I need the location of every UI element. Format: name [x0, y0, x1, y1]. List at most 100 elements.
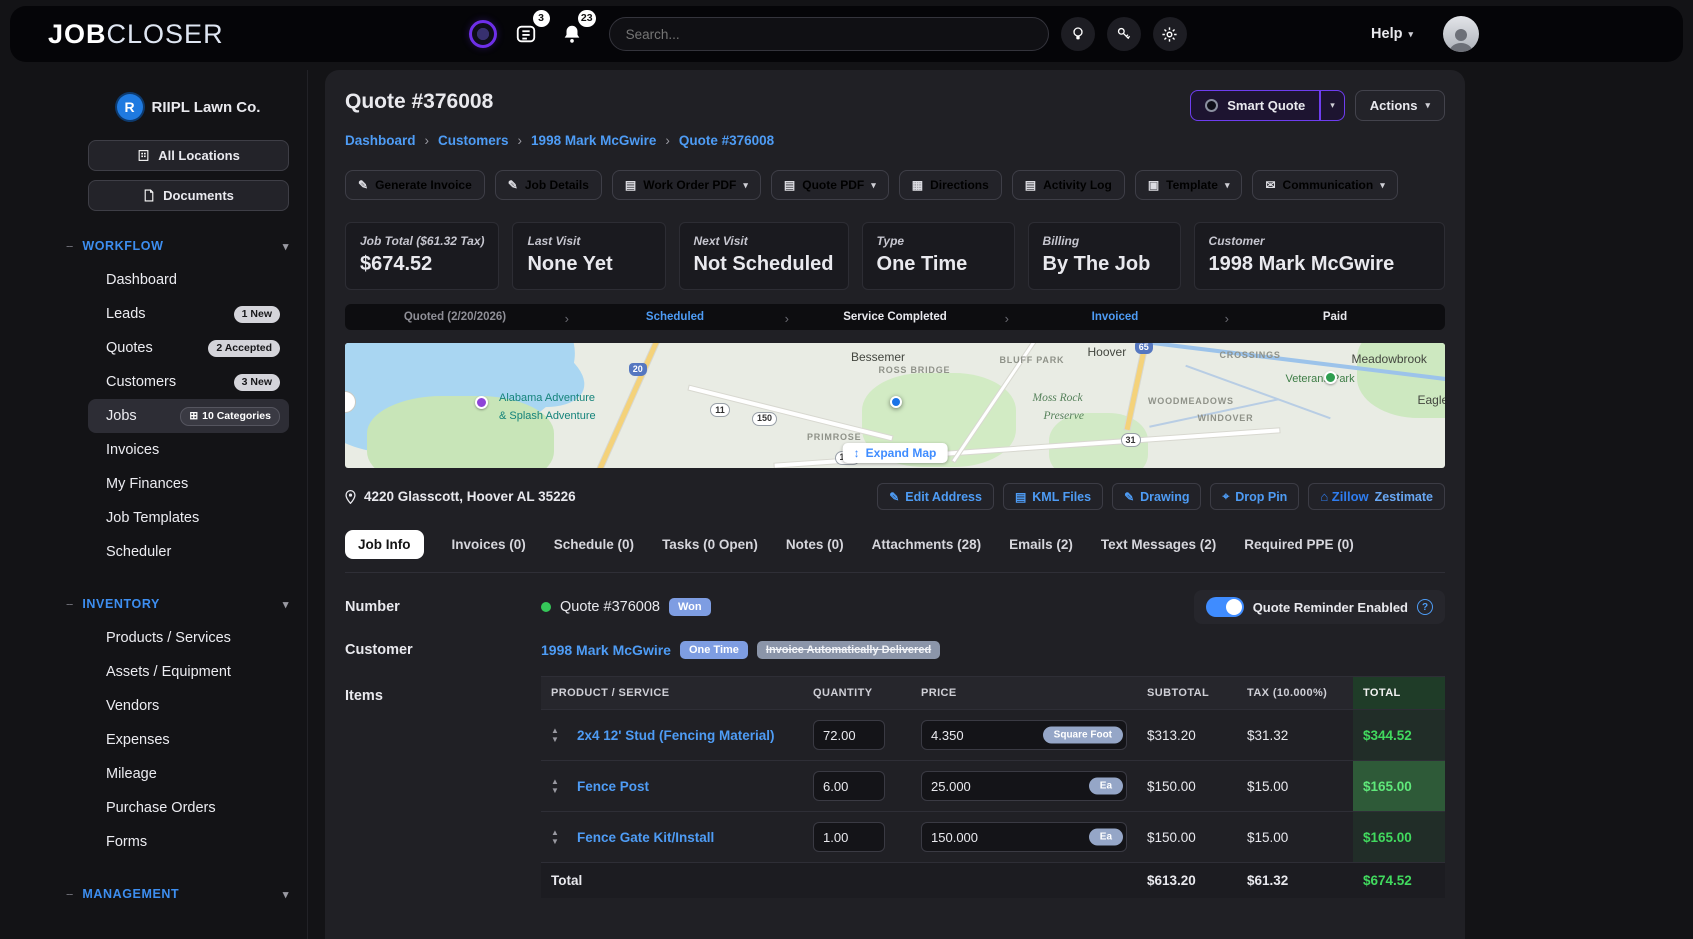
sidebar-item-badge: 2 Accepted	[208, 340, 280, 357]
sidebar-section-management[interactable]: -- MANAGEMENT ▾	[88, 887, 289, 901]
product-link[interactable]: Fence Gate Kit/Install	[577, 830, 714, 845]
smart-quote-button[interactable]: Smart Quote ▾	[1190, 90, 1345, 121]
sidebar-item[interactable]: Dashboard	[88, 263, 289, 297]
sidebar-item[interactable]: Customers 3 New	[88, 365, 289, 399]
sidebar-item[interactable]: Assets / Equipment	[88, 655, 289, 689]
sidebar-item-label: Customers	[106, 374, 176, 390]
tab[interactable]: Invoices (0)	[452, 537, 526, 552]
sidebar-item[interactable]: Invoices	[88, 433, 289, 467]
settings-button[interactable]	[1153, 17, 1187, 51]
caret-down-icon: ▾	[743, 180, 748, 191]
pipeline-stage[interactable]: Paid	[1225, 311, 1445, 323]
toolbar-button[interactable]: ✎ Job Details ▾	[495, 170, 602, 200]
actions-button[interactable]: Actions ▾	[1355, 90, 1445, 121]
help-circle-icon[interactable]: ?	[1417, 599, 1433, 615]
address-action-button[interactable]: ⌖ Drop Pin	[1210, 483, 1299, 510]
quantity-input[interactable]	[813, 771, 885, 801]
toolbar-button[interactable]: ▤ Work Order PDF ▾	[612, 170, 761, 200]
address-action-button[interactable]: ✎ Drawing	[1112, 483, 1201, 510]
sidebar-item[interactable]: My Finances	[88, 467, 289, 501]
sidebar-item[interactable]: Jobs ⊞10 Categories	[88, 399, 289, 433]
sidebar-item[interactable]: Quotes 2 Accepted	[88, 331, 289, 365]
move-up-icon[interactable]: ▲	[551, 828, 557, 837]
tab[interactable]: Tasks (0 Open)	[662, 537, 758, 552]
pipeline-stage[interactable]: Invoiced	[1005, 311, 1225, 323]
key-button[interactable]	[1107, 17, 1141, 51]
activity-log-icon: ▤	[1025, 178, 1036, 192]
stat-label: Next Visit	[694, 234, 834, 248]
park-marker-icon	[1324, 371, 1337, 384]
all-locations-button[interactable]: All Locations	[88, 140, 289, 171]
sidebar-item[interactable]: Vendors	[88, 689, 289, 723]
chevron-down-icon[interactable]: ▾	[283, 888, 289, 901]
map-label: Preserve	[1044, 411, 1084, 423]
map[interactable]: BessemerAlabama Adventure& Splash Advent…	[345, 343, 1445, 468]
sidebar-item[interactable]: Purchase Orders	[88, 791, 289, 825]
tab[interactable]: Notes (0)	[786, 537, 844, 552]
breadcrumb-link[interactable]: Quote #376008	[679, 133, 774, 148]
sidebar-section-workflow[interactable]: -- WORKFLOW ▾	[88, 239, 289, 253]
tab[interactable]: Text Messages (2)	[1101, 537, 1216, 552]
customer-link[interactable]: 1998 Mark McGwire	[541, 642, 671, 658]
sidebar-item[interactable]: Scheduler	[88, 535, 289, 569]
toolbar-button[interactable]: ▤ Activity Log ▾	[1012, 170, 1125, 200]
sidebar-item[interactable]: Job Templates	[88, 501, 289, 535]
move-up-icon[interactable]: ▲	[551, 777, 557, 786]
quantity-input[interactable]	[813, 720, 885, 750]
pipeline-stage[interactable]: Scheduled	[565, 311, 785, 323]
move-down-icon[interactable]: ▼	[551, 837, 557, 846]
chevron-down-icon[interactable]: ▾	[283, 598, 289, 611]
toolbar-button[interactable]: ✎ Generate Invoice ▾	[345, 170, 485, 200]
smart-quote-dropdown[interactable]: ▾	[1320, 90, 1345, 121]
breadcrumb-link[interactable]: Customers	[438, 133, 531, 148]
toolbar-button[interactable]: ▤ Quote PDF ▾	[771, 170, 889, 200]
map-label: CROSSINGS	[1220, 351, 1281, 360]
toolbar-button[interactable]: ▣ Template ▾	[1135, 170, 1243, 200]
pipeline-stage[interactable]: Service Completed	[785, 311, 1005, 323]
product-link[interactable]: 2x4 12' Stud (Fencing Material)	[577, 728, 775, 743]
toolbar-button[interactable]: ▦ Directions ▾	[899, 170, 1002, 200]
sidebar-item[interactable]: Mileage	[88, 757, 289, 791]
quantity-input[interactable]	[813, 822, 885, 852]
product-link[interactable]: Fence Post	[577, 779, 649, 794]
tab[interactable]: Attachments (28)	[872, 537, 982, 552]
help-menu[interactable]: Help ▾	[1371, 26, 1413, 42]
menu-button[interactable]: 3	[509, 17, 543, 51]
sidebar-item[interactable]: Forms	[88, 825, 289, 859]
move-up-icon[interactable]: ▲	[551, 726, 557, 735]
tab[interactable]: Required PPE (0)	[1244, 537, 1354, 552]
tab[interactable]: Schedule (0)	[554, 537, 634, 552]
sidebar-item[interactable]: Products / Services	[88, 621, 289, 655]
chevron-down-icon[interactable]: ▾	[283, 240, 289, 253]
breadcrumb-link[interactable]: Dashboard	[345, 133, 438, 148]
pipeline-stage[interactable]: Quoted (2/20/2026)	[345, 311, 565, 323]
breadcrumb-link[interactable]: 1998 Mark McGwire	[531, 133, 679, 148]
stat-card: Job Total ($61.32 Tax) $674.52	[345, 222, 499, 290]
address-action-button[interactable]: ▤ KML Files	[1003, 483, 1103, 510]
move-down-icon[interactable]: ▼	[551, 735, 557, 744]
notifications-button[interactable]: 23	[555, 17, 589, 51]
company[interactable]: R RIIPL Lawn Co.	[88, 94, 289, 120]
tab[interactable]: Emails (2)	[1009, 537, 1073, 552]
list-icon	[515, 23, 537, 45]
toolbar-button[interactable]: ✉ Communication ▾	[1252, 170, 1397, 200]
user-avatar[interactable]	[1443, 16, 1479, 52]
search-input[interactable]	[609, 17, 1049, 51]
total-row-tax: $61.32	[1237, 863, 1353, 899]
address-action-button[interactable]: ✎ Edit Address	[877, 483, 994, 510]
pencil-icon: ✎	[889, 490, 899, 504]
quote-reminder-toggle[interactable]	[1206, 597, 1244, 617]
tab[interactable]: Job Info	[345, 530, 424, 559]
zillow-zestimate-button[interactable]: ⌂ Zillow Zestimate	[1308, 483, 1445, 510]
one-time-badge: One Time	[680, 641, 748, 659]
sidebar-section-inventory[interactable]: -- INVENTORY ▾	[88, 597, 289, 611]
idea-button[interactable]	[1061, 17, 1095, 51]
expand-map-button[interactable]: ↕ Expand Map	[843, 443, 948, 463]
sidebar-item[interactable]: Leads 1 New	[88, 297, 289, 331]
documents-button[interactable]: Documents	[88, 180, 289, 211]
col-header-subtotal: SUBTOTAL	[1137, 677, 1237, 710]
sidebar-item[interactable]: Expenses	[88, 723, 289, 757]
address: 4220 Glasscott, Hoover AL 35226	[345, 489, 576, 504]
record-icon[interactable]	[469, 20, 497, 48]
move-down-icon[interactable]: ▼	[551, 786, 557, 795]
